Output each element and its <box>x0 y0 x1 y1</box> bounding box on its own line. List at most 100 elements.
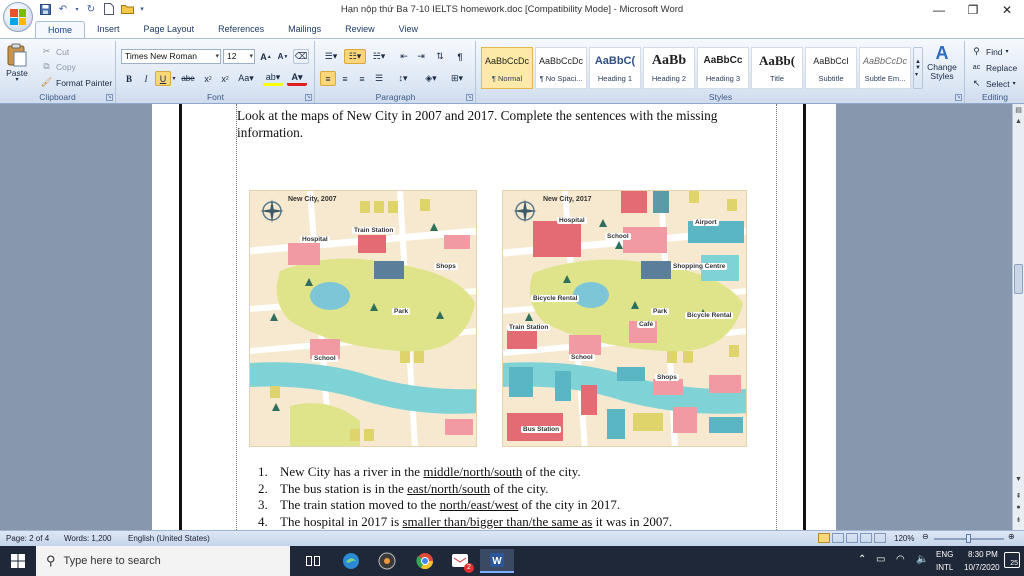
select-button[interactable]: ↖ Select ▾ <box>970 77 1016 90</box>
vertical-scrollbar[interactable]: ▤ ▲ ▼ ⇞ ● ⇟ <box>1012 104 1024 530</box>
align-center-icon[interactable]: ≡ <box>337 71 353 86</box>
tab-review[interactable]: Review <box>333 21 387 38</box>
clock-time[interactable]: 8:30 PM <box>968 550 998 559</box>
italic-icon[interactable]: I <box>138 71 154 86</box>
styles-scroll-icon[interactable]: ▲ ▼ ▾ <box>913 47 923 89</box>
style-title[interactable]: AaBb( Title <box>751 47 803 89</box>
highlight-icon[interactable]: ab▾ <box>263 71 283 86</box>
chrome-icon[interactable] <box>410 549 440 573</box>
tab-mailings[interactable]: Mailings <box>276 21 333 38</box>
language-bottom[interactable]: INTL <box>936 563 953 572</box>
minimize-button[interactable]: — <box>922 0 956 20</box>
align-right-icon[interactable]: ≡ <box>354 71 370 86</box>
styles-launcher-icon[interactable]: ↘ <box>955 94 962 101</box>
font-color-icon[interactable]: A▾ <box>287 71 307 86</box>
copy-button[interactable]: ⧉ Copy <box>40 60 76 73</box>
document-page[interactable]: Look at the maps of New City in 2007 and… <box>152 104 836 530</box>
mail-app-icon[interactable]: 2 <box>446 549 476 573</box>
select-browse-object-icon[interactable]: ● <box>1013 504 1024 515</box>
word-taskbar-icon[interactable]: W <box>480 549 514 573</box>
paragraph-launcher-icon[interactable]: ↘ <box>466 94 473 101</box>
show-hidden-icons-icon[interactable]: ⌃ <box>858 554 866 565</box>
multilevel-list-icon[interactable]: ☵▾ <box>368 49 390 64</box>
zoom-out-icon[interactable]: ⊖ <box>922 532 929 541</box>
sort-icon[interactable]: ⇅ <box>432 49 448 64</box>
start-button[interactable] <box>0 546 36 576</box>
previous-page-icon[interactable]: ⇞ <box>1013 492 1024 503</box>
borders-icon[interactable]: ⊞▾ <box>446 71 468 86</box>
taskbar-search[interactable]: ⚲ Type here to search <box>36 546 290 576</box>
task-view-icon[interactable] <box>298 549 328 573</box>
tab-page-layout[interactable]: Page Layout <box>132 21 207 38</box>
language-indicator[interactable]: English (United States) <box>128 534 210 543</box>
clipboard-launcher-icon[interactable]: ↘ <box>106 94 113 101</box>
style-subtitle[interactable]: AaBbCcI Subtitle <box>805 47 857 89</box>
action-center-icon[interactable]: 25 <box>1004 552 1020 568</box>
style-heading-1[interactable]: AaBbC( Heading 1 <box>589 47 641 89</box>
clear-format-icon[interactable]: ⌫ <box>293 49 309 64</box>
scroll-up-icon[interactable]: ▲ <box>1013 118 1024 129</box>
subscript-icon[interactable]: x2 <box>200 71 216 86</box>
ruler-toggle-icon[interactable]: ▤ <box>1013 106 1024 117</box>
zoom-level[interactable]: 120% <box>894 534 914 543</box>
page-count[interactable]: Page: 2 of 4 <box>6 534 49 543</box>
style-heading-3[interactable]: AaBbCc Heading 3 <box>697 47 749 89</box>
tab-view[interactable]: View <box>387 21 430 38</box>
zoom-slider-knob[interactable] <box>966 534 971 543</box>
replace-button[interactable]: ac Replace <box>970 61 1017 74</box>
bullets-icon[interactable]: ☰▾ <box>320 49 342 64</box>
underline-icon[interactable]: U <box>155 71 171 86</box>
bold-icon[interactable]: B <box>121 71 137 86</box>
underline-dropdown-icon[interactable]: ▾ <box>170 71 178 86</box>
cut-button[interactable]: ✂ Cut <box>40 45 70 58</box>
shrink-font-icon[interactable]: A ▼ <box>275 49 291 64</box>
draft-icon[interactable] <box>874 533 886 543</box>
justify-icon[interactable]: ☰ <box>371 71 387 86</box>
increase-indent-icon[interactable]: ⇥ <box>413 49 429 64</box>
font-launcher-icon[interactable]: ↘ <box>305 94 312 101</box>
language-top[interactable]: ENG <box>936 550 953 559</box>
next-page-icon[interactable]: ⇟ <box>1013 516 1024 527</box>
shading-icon[interactable]: ◈▾ <box>420 71 442 86</box>
tab-insert[interactable]: Insert <box>85 21 132 38</box>
battery-icon[interactable]: ▭ <box>876 554 885 565</box>
grow-font-icon[interactable]: A ▲ <box>258 49 274 64</box>
superscript-icon[interactable]: x2 <box>217 71 233 86</box>
show-formatting-icon[interactable]: ¶ <box>452 49 468 64</box>
tab-home[interactable]: Home <box>35 21 86 38</box>
close-button[interactable]: ✕ <box>990 0 1024 20</box>
outline-icon[interactable] <box>860 533 872 543</box>
style-normal[interactable]: AaBbCcDc ¶ Normal <box>481 47 533 89</box>
web-layout-icon[interactable] <box>846 533 858 543</box>
media-player-icon[interactable] <box>372 549 402 573</box>
style-subtle-emphasis[interactable]: AaBbCcDc Subtle Em... <box>859 47 911 89</box>
change-case-icon[interactable]: Aa▾ <box>235 71 257 86</box>
numbering-icon[interactable]: ☷▾ <box>344 49 366 64</box>
style-heading-2[interactable]: AaBb Heading 2 <box>643 47 695 89</box>
scroll-down-icon[interactable]: ▼ <box>1013 476 1024 487</box>
align-left-icon[interactable]: ≡ <box>320 71 336 86</box>
font-size-combo[interactable]: 12 ▾ <box>223 49 255 64</box>
wifi-icon[interactable]: ◠ <box>896 554 905 565</box>
print-layout-icon[interactable] <box>818 533 830 543</box>
clock-date[interactable]: 10/7/2020 <box>964 563 1000 572</box>
find-button[interactable]: ⚲ Find ▾ <box>970 45 1008 58</box>
tab-references[interactable]: References <box>206 21 276 38</box>
line-spacing-icon[interactable]: ↕▾ <box>392 71 414 86</box>
edge-icon[interactable] <box>336 549 366 573</box>
decrease-indent-icon[interactable]: ⇤ <box>396 49 412 64</box>
style-no-spacing[interactable]: AaBbCcDc ¶ No Spaci... <box>535 47 587 89</box>
maximize-button[interactable]: ❐ <box>956 0 990 20</box>
full-screen-reading-icon[interactable] <box>832 533 844 543</box>
office-button[interactable] <box>3 2 33 32</box>
scroll-thumb[interactable] <box>1014 264 1023 294</box>
paste-button[interactable]: Paste ▾ <box>6 43 28 83</box>
strikethrough-icon[interactable]: abe <box>180 71 196 86</box>
word-count[interactable]: Words: 1,200 <box>64 534 111 543</box>
zoom-in-icon[interactable]: ⊕ <box>1008 532 1015 541</box>
volume-icon[interactable]: 🔈 <box>916 554 928 565</box>
document-area[interactable]: Look at the maps of New City in 2007 and… <box>0 104 1012 530</box>
font-family-combo[interactable]: Times New Roman ▾ <box>121 49 221 64</box>
format-painter-button[interactable]: 🖌 Format Painter <box>40 76 112 89</box>
change-styles-button[interactable]: A Change Styles <box>925 43 959 81</box>
